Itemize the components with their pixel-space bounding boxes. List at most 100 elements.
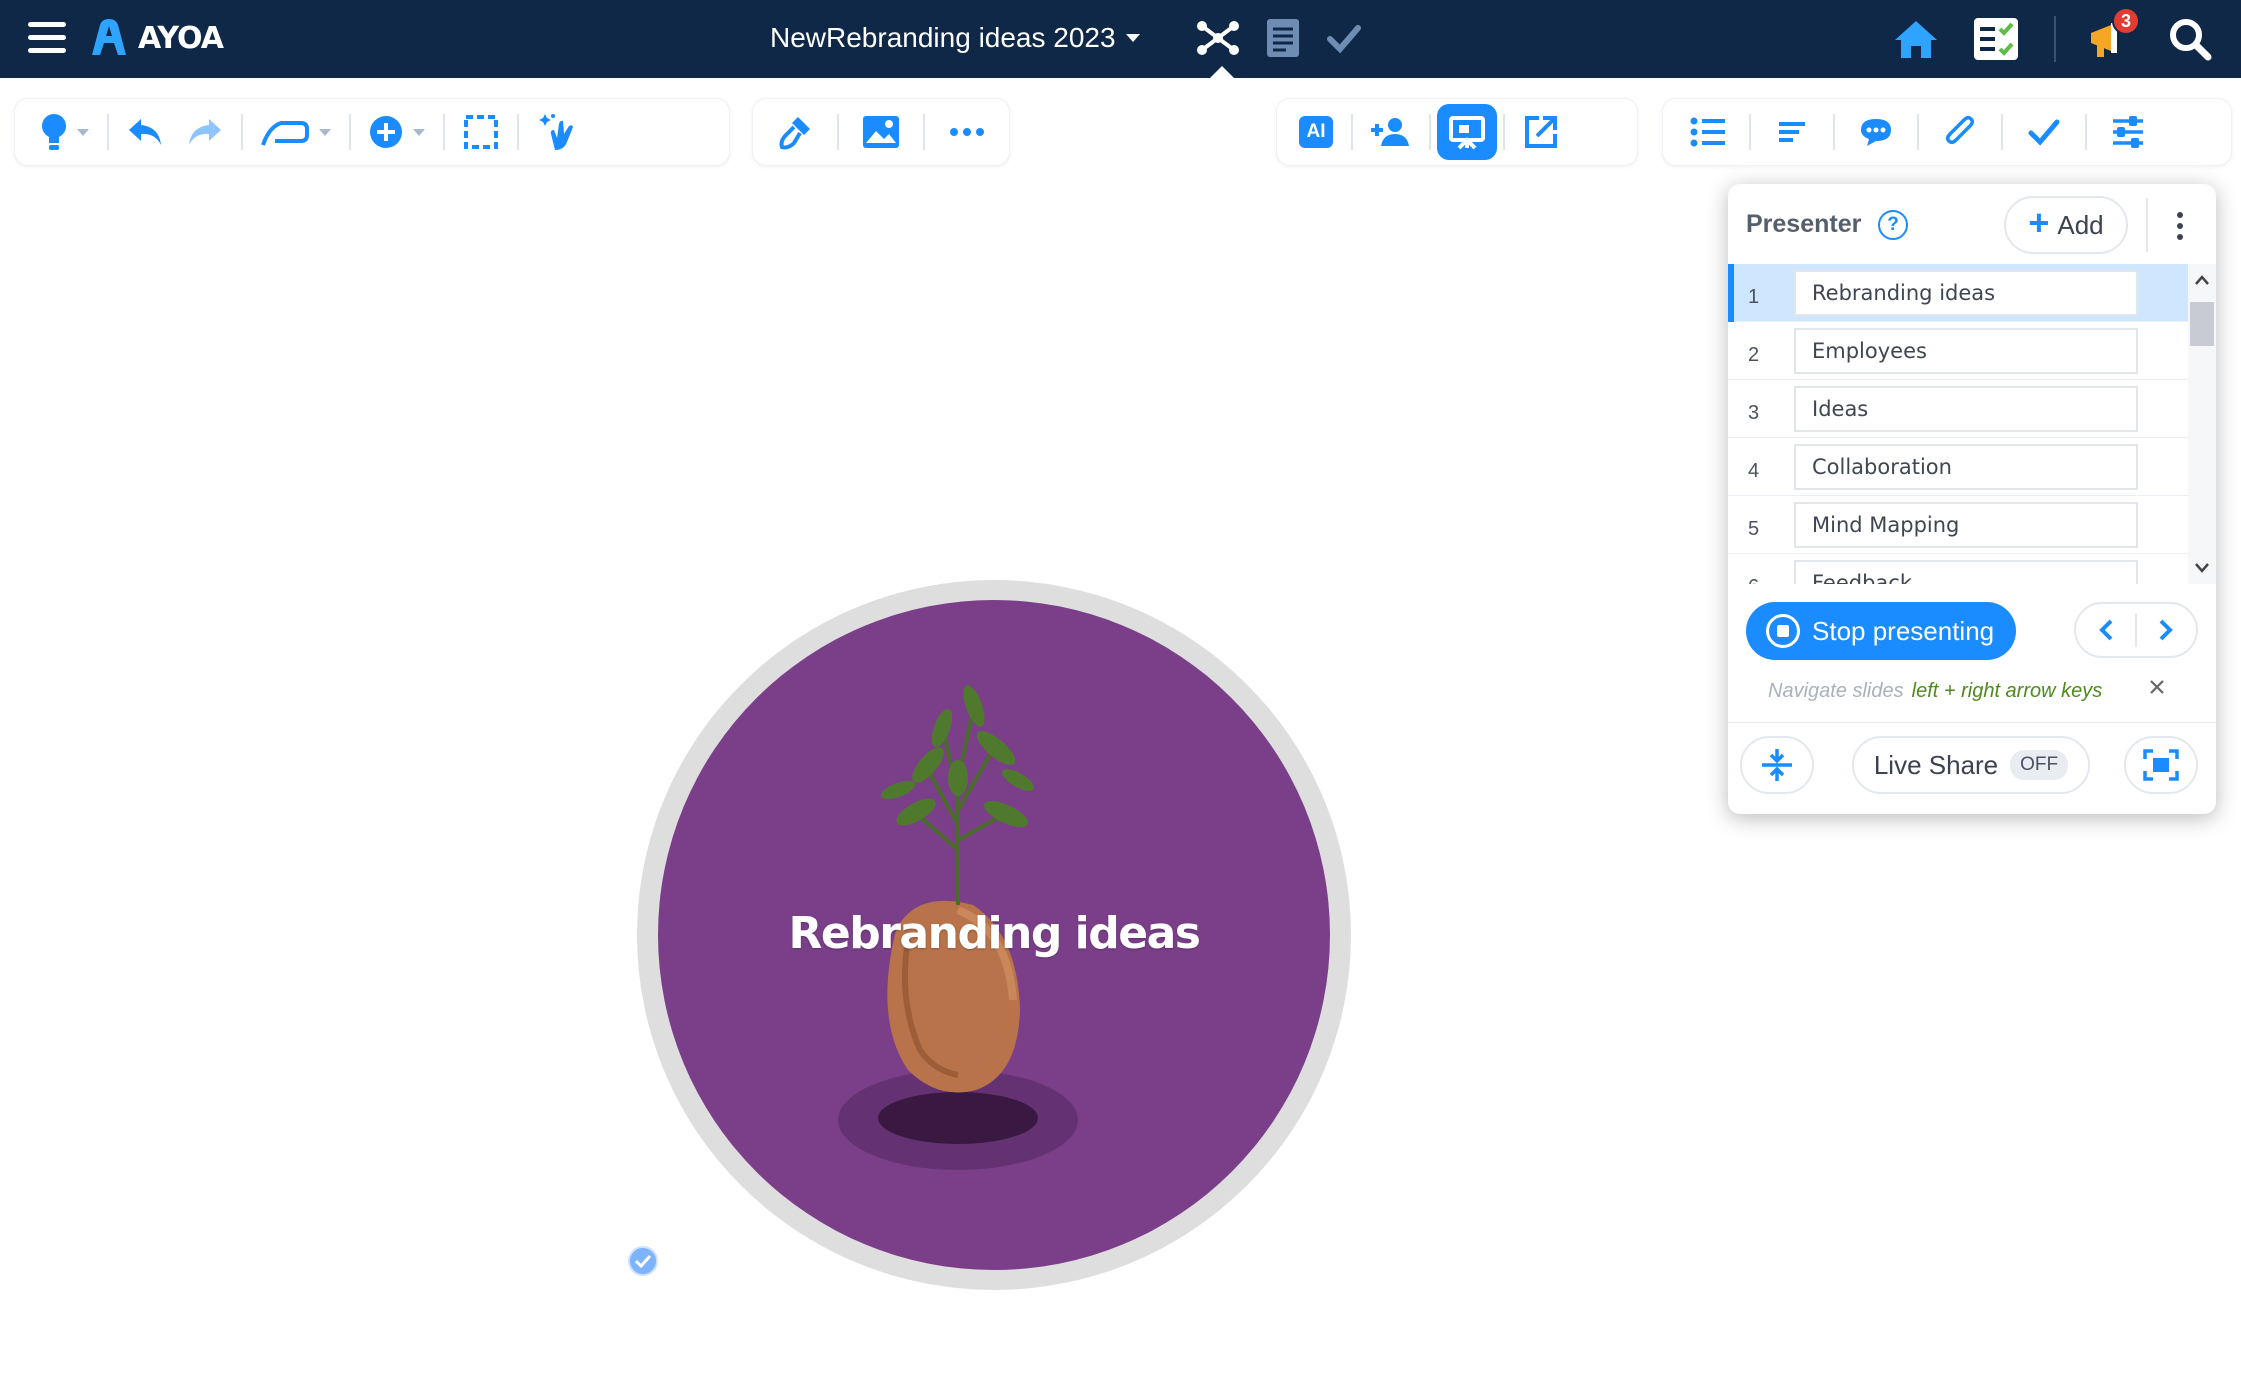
plus-icon: + (2028, 202, 2050, 243)
toolbar-separator (1503, 114, 1505, 150)
slide-row[interactable]: 3 Ideas (1728, 380, 2188, 438)
help-icon[interactable]: ? (1878, 210, 1908, 240)
attachment-button[interactable] (1925, 104, 1995, 160)
menu-icon[interactable] (28, 22, 66, 54)
checkmark-icon (2028, 119, 2060, 146)
list-button[interactable] (1673, 104, 1743, 160)
scrollbar-thumb[interactable] (2190, 302, 2214, 346)
chevron-down-icon (319, 128, 331, 136)
scroll-down-icon[interactable] (2188, 554, 2216, 582)
central-node-title: Rebranding ideas (788, 908, 1201, 959)
comment-button[interactable] (1841, 104, 1911, 160)
format-brush-button[interactable] (753, 104, 837, 160)
more-icon (950, 128, 984, 136)
add-slide-button[interactable]: + Add (2004, 196, 2128, 254)
announcement-icon[interactable]: 3 (2086, 7, 2140, 63)
presenter-title: Presenter (1746, 210, 1862, 238)
idea-bulb-icon (42, 114, 66, 150)
search-icon[interactable] (2166, 15, 2214, 63)
slide-title-field[interactable]: Ideas (1794, 386, 2138, 432)
toolbar-separator (1351, 114, 1353, 150)
slide-row[interactable]: 6 Feedback (1728, 554, 2188, 584)
live-share-label: Live Share (1873, 749, 1999, 780)
ayoa-logo[interactable]: AYOA (86, 14, 224, 62)
slide-number: 2 (1748, 344, 1760, 366)
format-brush-icon (779, 117, 810, 150)
header-separator (2146, 198, 2148, 252)
slide-number: 3 (1748, 402, 1760, 424)
presenter-button[interactable] (1437, 104, 1497, 160)
image-button[interactable] (839, 104, 923, 160)
magic-hand-button[interactable] (525, 104, 593, 160)
presenter-icon (1449, 116, 1485, 150)
toolbar-separator (1917, 114, 1919, 150)
attachment-icon (1945, 115, 1975, 145)
chevron-down-icon (77, 128, 89, 136)
next-slide-button[interactable] (2137, 604, 2196, 656)
idea-bulb-button[interactable] (15, 104, 101, 160)
document-title-dropdown[interactable]: NewRebranding ideas 2023 (770, 22, 1140, 54)
list-icon (1690, 117, 1725, 147)
redo-button[interactable] (175, 104, 235, 160)
slide-title-field[interactable]: Rebranding ideas (1794, 270, 2138, 316)
live-share-toggle[interactable]: Live Share OFF (1852, 736, 2090, 794)
export-button[interactable] (1511, 104, 1571, 160)
slide-row[interactable]: 1 Rebranding ideas (1728, 264, 2188, 322)
home-icon[interactable] (1892, 15, 1940, 63)
panel-divider (1728, 722, 2216, 723)
presenter-panel: Presenter ? + Add 1 Rebranding ideas 2 E… (1728, 184, 2216, 814)
branch-shape-button[interactable] (249, 104, 343, 160)
toolbar-separator (241, 114, 243, 150)
fullscreen-button[interactable] (2124, 736, 2198, 794)
toolbar-separator (349, 114, 351, 150)
slide-title-field[interactable]: Mind Mapping (1794, 502, 2138, 548)
document-view-icon[interactable] (1266, 18, 1300, 58)
branch-shape-icon (261, 121, 309, 146)
chevron-left-icon (2098, 619, 2112, 641)
scroll-up-icon[interactable] (2188, 266, 2216, 294)
central-node[interactable]: Rebranding ideas (658, 600, 1330, 1270)
checkmark-button[interactable] (2009, 104, 2079, 160)
slide-row[interactable]: 5 Mind Mapping (1728, 496, 2188, 554)
add-button[interactable] (357, 104, 437, 160)
tasks-view-icon[interactable] (1326, 18, 1362, 58)
slide-list-scrollbar[interactable] (2188, 264, 2216, 584)
node-task-check-icon[interactable] (628, 1246, 658, 1276)
undo-button[interactable] (115, 104, 175, 160)
more-button[interactable] (925, 104, 1009, 160)
add-user-button[interactable] (1359, 104, 1423, 160)
ai-icon: AI (1299, 116, 1333, 148)
mindmap-view-icon[interactable] (1196, 18, 1240, 58)
slide-title-field[interactable]: Employees (1794, 328, 2138, 374)
redo-icon (189, 119, 221, 145)
slide-list: 1 Rebranding ideas 2 Employees 3 Ideas 4… (1728, 264, 2188, 584)
fullscreen-icon (2143, 749, 2179, 781)
previous-slide-button[interactable] (2076, 604, 2135, 656)
kebab-menu-icon[interactable] (2170, 208, 2190, 244)
task-list-icon[interactable] (1972, 15, 2020, 63)
slide-row[interactable]: 4 Collaboration (1728, 438, 2188, 496)
live-share-state: OFF (2010, 750, 2069, 780)
active-view-marker (1210, 66, 1234, 78)
toolbar-format-group (752, 98, 1010, 166)
close-icon[interactable] (2142, 672, 2172, 702)
slide-title-field[interactable]: Feedback (1794, 560, 2138, 584)
ai-button[interactable]: AI (1287, 104, 1345, 160)
toolbar-separator (1749, 114, 1751, 150)
stop-presenting-button[interactable]: Stop presenting (1746, 602, 2016, 660)
notification-badge: 3 (2112, 7, 2140, 35)
toolbar-edit-group (14, 98, 730, 166)
select-area-button[interactable] (451, 104, 511, 160)
settings-button[interactable] (2093, 104, 2163, 160)
chevron-down-icon (413, 128, 425, 136)
slide-title-field[interactable]: Collaboration (1794, 444, 2138, 490)
slide-row[interactable]: 2 Employees (1728, 322, 2188, 380)
slide-number: 6 (1748, 576, 1778, 584)
fit-to-screen-button[interactable] (1740, 736, 1814, 794)
header-separator (2054, 16, 2056, 62)
hint-keys: left + right arrow keys (1911, 680, 2103, 702)
slide-number: 1 (1748, 286, 1760, 308)
text-align-button[interactable] (1757, 104, 1827, 160)
toolbar-separator (517, 114, 519, 150)
collapse-vertical-icon (1762, 749, 1792, 781)
